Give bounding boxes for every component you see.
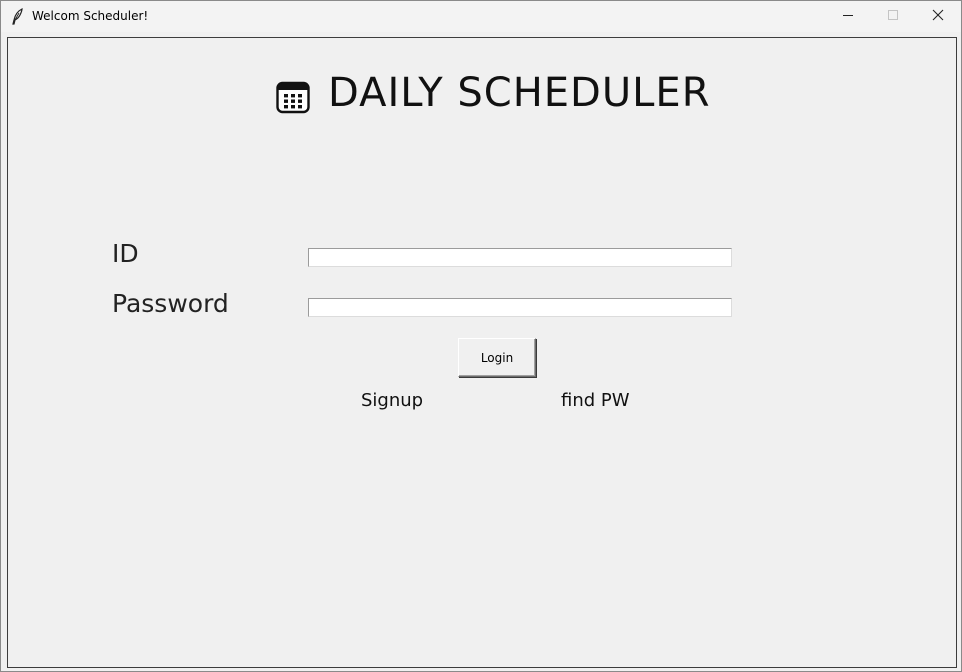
minimize-icon — [842, 8, 854, 26]
find-pw-link[interactable]: find PW — [561, 390, 630, 411]
password-input[interactable] — [308, 298, 732, 317]
main-panel: DAILY SCHEDULER ID Password Login Signup… — [7, 37, 957, 668]
title-bar[interactable]: Welcom Scheduler! — [1, 1, 961, 32]
id-label: ID — [112, 239, 139, 268]
password-label: Password — [112, 289, 229, 318]
maximize-icon — [887, 8, 899, 26]
login-button[interactable]: Login — [458, 338, 536, 377]
signup-link[interactable]: Signup — [361, 390, 423, 411]
page-title: DAILY SCHEDULER — [328, 70, 711, 116]
close-icon — [932, 8, 944, 26]
app-heading: DAILY SCHEDULER — [276, 70, 711, 116]
calendar-icon — [276, 80, 310, 114]
close-button[interactable] — [915, 1, 961, 32]
window-title: Welcom Scheduler! — [32, 9, 149, 23]
feather-icon — [11, 8, 25, 25]
app-window: Welcom Scheduler! DAILY SCHEDULER ID Pas… — [0, 0, 962, 672]
id-input[interactable] — [308, 248, 732, 267]
minimize-button[interactable] — [825, 1, 871, 32]
maximize-button[interactable] — [870, 1, 916, 32]
